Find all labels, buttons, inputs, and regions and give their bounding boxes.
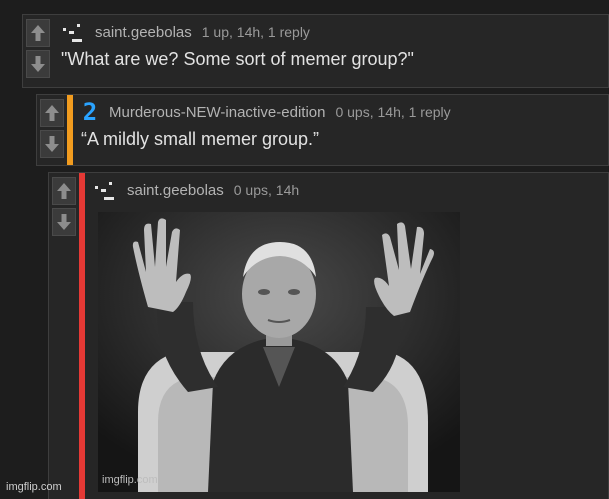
vote-column — [23, 15, 53, 87]
meme-image[interactable]: imgflip.com — [98, 212, 460, 492]
vote-column — [49, 173, 79, 499]
downvote-button[interactable] — [40, 130, 64, 158]
up-arrow-icon — [45, 105, 59, 121]
upvote-button[interactable] — [40, 99, 64, 127]
up-arrow-icon — [31, 25, 45, 41]
man-raising-hands-illustration — [98, 212, 460, 492]
username-link[interactable]: Murderous-NEW-inactive-edition — [109, 104, 325, 121]
username-link[interactable]: saint.geebolas — [127, 182, 224, 199]
user-avatar-icon[interactable]: 2 — [81, 98, 99, 126]
comment-body: saint.geebolas 1 up, 14h, 1 reply "What … — [53, 15, 608, 87]
downvote-button[interactable] — [26, 50, 50, 78]
user-avatar-icon[interactable] — [61, 22, 85, 42]
upvote-button[interactable] — [52, 177, 76, 205]
username-link[interactable]: saint.geebolas — [95, 24, 192, 41]
comment-1: saint.geebolas 1 up, 14h, 1 reply "What … — [22, 14, 609, 88]
comment-stats: 0 ups, 14h, 1 reply — [335, 104, 451, 120]
image-watermark: imgflip.com — [102, 474, 158, 486]
down-arrow-icon — [31, 56, 45, 72]
comment-stats: 1 up, 14h, 1 reply — [201, 24, 310, 40]
up-arrow-icon — [57, 183, 71, 199]
comment-text: "What are we? Some sort of memer group?" — [61, 49, 414, 69]
imgflip-site-mark: imgflip.com — [6, 481, 62, 493]
down-arrow-icon — [57, 214, 71, 230]
downvote-button[interactable] — [52, 208, 76, 236]
avatar-glyph: 2 — [82, 98, 98, 126]
comment-2: 2 Murderous-NEW-inactive-edition 0 ups, … — [36, 94, 609, 166]
down-arrow-icon — [45, 136, 59, 152]
comment-stats: 0 ups, 14h — [233, 182, 300, 198]
user-avatar-icon[interactable] — [93, 180, 117, 200]
upvote-button[interactable] — [26, 19, 50, 47]
comment-body: 2 Murderous-NEW-inactive-edition 0 ups, … — [73, 95, 608, 165]
comment-text: “A mildly small memer group.” — [81, 129, 320, 149]
vote-column — [37, 95, 67, 165]
